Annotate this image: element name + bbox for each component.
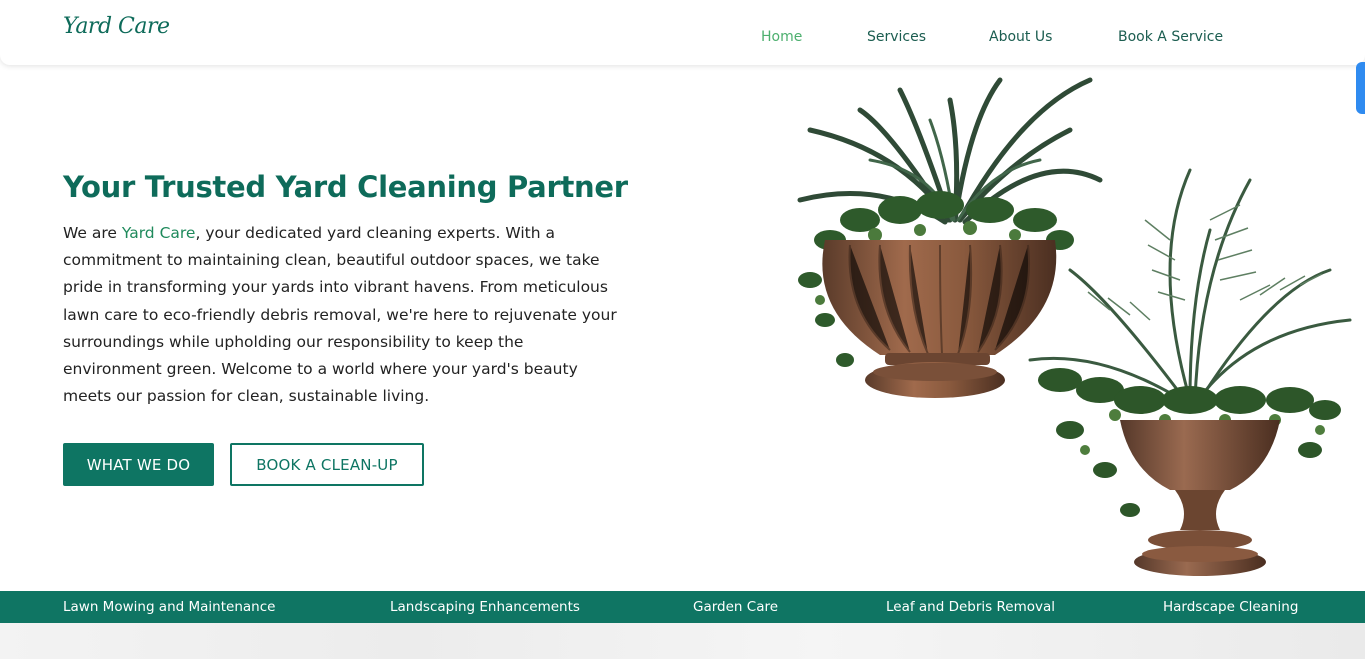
page: Yard Care Home Services About Us Book A … <box>0 0 1365 659</box>
side-feedback-tab[interactable] <box>1356 62 1365 114</box>
hero-text-body: , your dedicated yard cleaning experts. … <box>63 224 617 406</box>
next-section-preview <box>0 623 1365 659</box>
navbar: Yard Care Home Services About Us Book A … <box>0 0 1365 65</box>
hero-text-intro: We are <box>63 224 122 242</box>
potted-plants-image <box>797 77 1352 576</box>
services-band: Lawn Mowing and Maintenance Landscaping … <box>0 591 1365 623</box>
logo[interactable]: Yard Care <box>63 14 170 39</box>
service-garden-care[interactable]: Garden Care <box>693 599 778 615</box>
hero-title: Your Trusted Yard Cleaning Partner <box>63 170 628 204</box>
nav-home-link[interactable]: Home <box>761 29 802 45</box>
service-landscaping[interactable]: Landscaping Enhancements <box>390 599 580 615</box>
hero-description: We are Yard Care, your dedicated yard cl… <box>63 220 623 410</box>
service-leaf-debris-removal[interactable]: Leaf and Debris Removal <box>886 599 1055 615</box>
what-we-do-button[interactable]: WHAT WE DO <box>63 443 214 486</box>
hero-brand-name: Yard Care <box>121 224 196 242</box>
nav-book-service-link[interactable]: Book A Service <box>1118 29 1223 45</box>
service-lawn-mowing[interactable]: Lawn Mowing and Maintenance <box>63 599 275 615</box>
nav-services-link[interactable]: Services <box>867 29 926 45</box>
service-hardscape-cleaning[interactable]: Hardscape Cleaning <box>1163 599 1298 615</box>
nav-about-link[interactable]: About Us <box>989 29 1052 45</box>
book-clean-up-button[interactable]: BOOK A CLEAN-UP <box>230 443 424 486</box>
